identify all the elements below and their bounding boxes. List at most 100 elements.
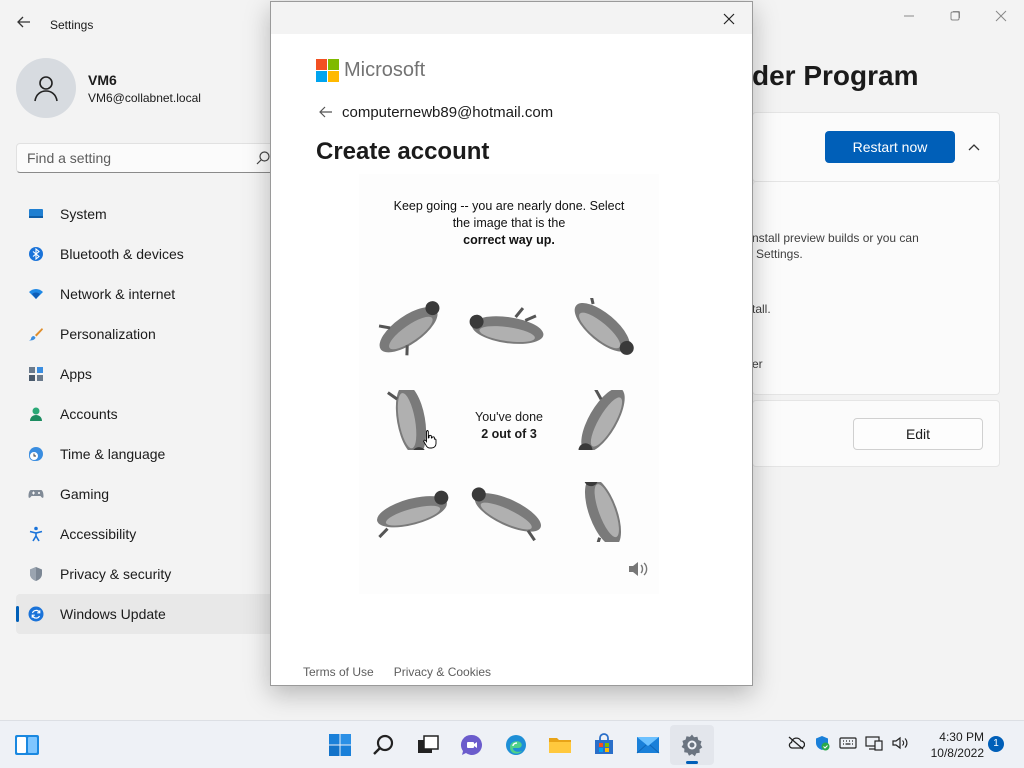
sidebar-item-label: Privacy & security	[60, 566, 172, 582]
sidebar-item-accessibility[interactable]: Accessibility	[16, 514, 276, 554]
wifi-icon	[28, 286, 44, 302]
captcha-instructions: Keep going -- you are nearly done. Selec…	[359, 198, 659, 249]
sidebar-item-apps[interactable]: Apps	[16, 354, 276, 394]
chevron-up-icon[interactable]	[964, 137, 984, 157]
mail-icon	[636, 737, 660, 754]
speaker-icon[interactable]	[627, 560, 649, 578]
close-icon[interactable]	[720, 10, 738, 28]
captcha-tile[interactable]	[557, 376, 649, 464]
start-button[interactable]	[318, 725, 362, 765]
sidebar-item-label: Bluetooth & devices	[60, 246, 184, 262]
search-input[interactable]	[17, 144, 237, 172]
page-heading: der Program	[752, 60, 919, 91]
minimize-icon[interactable]	[886, 0, 932, 32]
gamepad-icon	[28, 486, 44, 502]
captcha-tile[interactable]	[461, 284, 553, 372]
user-name: VM6	[88, 72, 117, 88]
microsoft-logo-icon	[316, 59, 339, 82]
captcha-tile[interactable]	[365, 284, 457, 372]
captcha-progress: You've done 2 out of 3	[461, 382, 557, 470]
sidebar-item-windows-update[interactable]: Windows Update	[16, 594, 276, 634]
sidebar-item-label: Apps	[60, 366, 92, 382]
sidebar-item-label: System	[60, 206, 107, 222]
hand-cursor-icon	[423, 430, 437, 449]
brand-name: Microsoft	[344, 59, 426, 81]
description-text: nstall preview builds or you can	[752, 231, 919, 245]
sidebar-item-label: Time & language	[60, 446, 166, 462]
network-icon[interactable]	[864, 733, 884, 753]
store-button[interactable]	[582, 725, 626, 765]
volume-icon[interactable]	[890, 733, 910, 753]
window-title: Settings	[50, 18, 94, 32]
person-icon	[34, 76, 58, 102]
taskbar-search-button[interactable]	[362, 725, 406, 765]
back-arrow-icon[interactable]	[319, 104, 335, 120]
captcha-image-grid: You've done 2 out of 3	[365, 284, 653, 554]
sidebar-item-label: Gaming	[60, 486, 110, 502]
back-arrow-icon[interactable]	[14, 14, 34, 34]
progress-count: 2 out of 3	[481, 427, 537, 441]
captcha-tile[interactable]	[557, 284, 649, 372]
instruction-emphasis: correct way up.	[463, 233, 555, 247]
sidebar-item-network[interactable]: Network & internet	[16, 274, 276, 314]
instruction-line: the image that is the	[452, 216, 566, 230]
file-explorer-icon	[549, 738, 571, 753]
edge-icon	[506, 735, 526, 755]
maximize-icon[interactable]	[932, 0, 978, 32]
dialog-titlebar	[271, 2, 752, 34]
edge-button[interactable]	[494, 725, 538, 765]
terms-link[interactable]: Terms of Use	[303, 665, 374, 679]
dialog-title: Create account	[316, 138, 490, 165]
chat-icon	[460, 734, 482, 755]
sidebar-nav: System Bluetooth & devices Network & int…	[16, 194, 276, 634]
close-window-icon[interactable]	[978, 0, 1024, 32]
notification-badge[interactable]: 1	[988, 736, 1004, 752]
widgets-icon[interactable]	[14, 733, 40, 757]
taskbar: 4:30 PM 10/8/2022 1	[0, 720, 1024, 768]
captcha-tile[interactable]	[365, 468, 457, 556]
sidebar-item-label: Accounts	[60, 406, 118, 422]
clock-globe-icon	[28, 446, 44, 462]
file-explorer-button[interactable]	[538, 725, 582, 765]
details-card	[752, 182, 1000, 395]
progress-text: You've done	[475, 410, 543, 424]
sidebar-item-time-language[interactable]: Time & language	[16, 434, 276, 474]
security-shield-icon[interactable]	[812, 733, 832, 753]
clock[interactable]: 4:30 PM 10/8/2022	[920, 729, 984, 761]
accessibility-icon	[28, 526, 44, 542]
user-email: VM6@collabnet.local	[88, 91, 201, 105]
task-view-icon	[418, 735, 439, 753]
search-icon	[373, 734, 394, 755]
brush-icon	[28, 326, 44, 342]
sidebar-item-label: Accessibility	[60, 526, 137, 542]
sidebar-item-accounts[interactable]: Accounts	[16, 394, 276, 434]
clock-date: 10/8/2022	[930, 746, 984, 760]
taskbar-apps	[318, 725, 714, 765]
sidebar-item-system[interactable]: System	[16, 194, 276, 234]
sidebar-item-bluetooth[interactable]: Bluetooth & devices	[16, 234, 276, 274]
captcha-tile[interactable]	[461, 468, 553, 556]
mail-button[interactable]	[626, 725, 670, 765]
start-icon	[329, 734, 351, 756]
search-icon[interactable]	[255, 150, 271, 166]
privacy-link[interactable]: Privacy & Cookies	[394, 665, 491, 679]
chat-button[interactable]	[450, 725, 494, 765]
task-view-button[interactable]	[406, 725, 450, 765]
bluetooth-icon	[28, 246, 44, 262]
sidebar-item-gaming[interactable]: Gaming	[16, 474, 276, 514]
restart-now-button[interactable]: Restart now	[825, 131, 955, 163]
captcha-tile[interactable]	[365, 376, 457, 464]
captcha-panel: Keep going -- you are nearly done. Selec…	[359, 174, 659, 594]
captcha-tile[interactable]	[557, 468, 649, 556]
keyboard-icon[interactable]	[838, 733, 858, 753]
avatar[interactable]	[16, 58, 76, 118]
create-account-dialog: Microsoft computernewb89@hotmail.com Cre…	[270, 1, 753, 686]
dialog-footer: Terms of Use Privacy & Cookies	[303, 665, 491, 679]
sidebar-item-personalization[interactable]: Personalization	[16, 314, 276, 354]
sidebar-item-privacy[interactable]: Privacy & security	[16, 554, 276, 594]
system-tray	[786, 733, 910, 753]
clock-time: 4:30 PM	[939, 730, 984, 744]
cloud-offline-icon[interactable]	[786, 733, 806, 753]
edit-button[interactable]: Edit	[853, 418, 983, 450]
settings-taskbar-button[interactable]	[670, 725, 714, 765]
